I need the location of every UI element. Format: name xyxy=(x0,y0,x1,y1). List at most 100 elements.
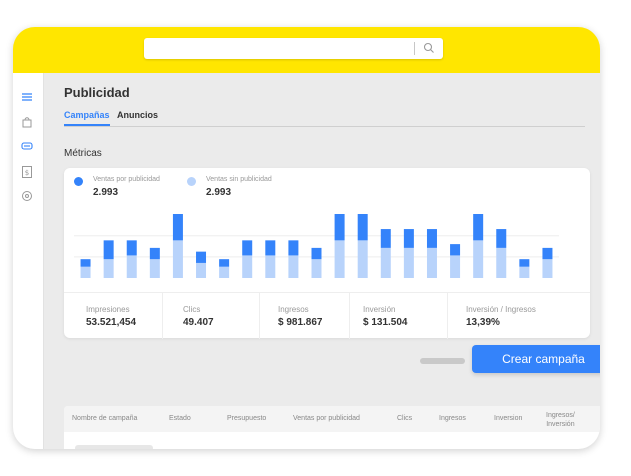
bar-ventas-sin-publicidad xyxy=(426,247,437,278)
metrics-card: Ventas por publicidad 2.993 Ventas sin p… xyxy=(64,168,590,339)
page-title: Publicidad xyxy=(64,85,130,100)
bar-ventas-sin-publicidad xyxy=(519,266,530,278)
bar-ventas-por-publicidad xyxy=(519,259,530,267)
bar-ventas-sin-publicidad xyxy=(265,255,276,278)
bar-ventas-por-publicidad xyxy=(496,229,507,248)
tab-campanas[interactable]: Campañas xyxy=(64,110,110,120)
column-header[interactable]: Ventas por publicidad xyxy=(293,415,360,422)
legend-dot-ads xyxy=(74,177,83,186)
bar-ventas-por-publicidad xyxy=(149,247,160,260)
metric-value: 53.521,454 xyxy=(86,317,137,328)
metric-ingresos: Ingresos $ 981.867 xyxy=(259,293,349,339)
metric-label: Ingresos xyxy=(278,305,309,314)
bar-ventas-por-publicidad xyxy=(357,214,368,241)
menu-icon[interactable] xyxy=(20,90,34,104)
bar-ventas-por-publicidad xyxy=(542,247,553,260)
column-header[interactable]: Clics xyxy=(397,415,412,422)
bar-ventas-por-publicidad xyxy=(473,214,484,241)
metrics-heading: Métricas xyxy=(64,148,102,159)
metric-inversion-ingresos: Inversión / Ingresos 13,39% xyxy=(447,293,590,339)
bar-ventas-sin-publicidad xyxy=(219,266,230,278)
bar-ventas-por-publicidad xyxy=(450,244,461,256)
bar-ventas-sin-publicidad xyxy=(80,266,91,278)
legend-label: Ventas por publicidad xyxy=(93,176,160,183)
metric-label: Impresiones xyxy=(86,305,130,314)
bar-ventas-sin-publicidad xyxy=(126,255,137,278)
secondary-action-placeholder[interactable] xyxy=(420,358,465,364)
top-bar xyxy=(13,27,600,73)
main-content: Publicidad Campañas Anuncios Métricas Ve… xyxy=(44,73,600,449)
metric-divider xyxy=(447,293,448,339)
invoice-icon[interactable]: $ xyxy=(20,165,34,179)
search-icon[interactable] xyxy=(422,41,436,55)
metric-clics: Clics 49.407 xyxy=(162,293,259,339)
metric-impresiones: Impresiones 53.521,454 xyxy=(64,293,162,339)
bar-ventas-por-publicidad xyxy=(126,240,137,256)
metric-value: $ 981.867 xyxy=(278,317,323,328)
bar-ventas-sin-publicidad xyxy=(288,255,299,278)
bar-ventas-por-publicidad xyxy=(219,259,230,267)
metric-value: $ 131.504 xyxy=(363,317,408,328)
column-header[interactable]: Presupuesto xyxy=(227,415,266,422)
column-header[interactable]: Estado xyxy=(169,415,191,422)
legend-dot-organic xyxy=(187,177,196,186)
bar-ventas-sin-publicidad xyxy=(103,259,114,278)
column-header[interactable]: Inversion xyxy=(494,415,522,422)
bar-ventas-sin-publicidad xyxy=(149,259,160,278)
campaign-name-placeholder xyxy=(75,445,153,449)
bar-ventas-sin-publicidad xyxy=(450,255,461,278)
bar-ventas-sin-publicidad xyxy=(403,247,414,278)
metric-divider xyxy=(162,293,163,339)
column-header[interactable]: Nombre de campaña xyxy=(72,415,137,422)
bar-ventas-por-publicidad xyxy=(334,214,345,241)
metric-divider xyxy=(259,293,260,339)
metric-label: Clics xyxy=(183,305,201,314)
bar-ventas-por-publicidad xyxy=(311,247,322,260)
bar-ventas-por-publicidad xyxy=(103,240,114,260)
legend-value: 2.993 xyxy=(93,187,119,198)
bar-ventas-sin-publicidad xyxy=(473,240,484,278)
search-input[interactable] xyxy=(144,38,443,59)
metric-inversion: Inversión $ 131.504 xyxy=(349,293,447,339)
metric-label: Inversión / Ingresos xyxy=(466,305,536,314)
bar-ventas-sin-publicidad xyxy=(242,255,253,278)
column-header[interactable]: Ingresos/ Inversión xyxy=(546,411,575,429)
bar-ventas-por-publicidad xyxy=(426,229,437,248)
metric-label: Inversión xyxy=(363,305,396,314)
bar-ventas-sin-publicidad xyxy=(542,259,553,278)
bar-ventas-sin-publicidad xyxy=(380,247,391,278)
bar-chart xyxy=(74,214,559,278)
metric-value: 49.407 xyxy=(183,317,214,328)
bar-ventas-sin-publicidad xyxy=(311,259,322,278)
bar-ventas-sin-publicidad xyxy=(496,247,507,278)
metrics-row: Impresiones 53.521,454 Clics 49.407 Ingr… xyxy=(64,292,590,339)
bag-icon[interactable] xyxy=(20,115,34,129)
bar-ventas-sin-publicidad xyxy=(172,240,183,278)
table-header: Nombre de campaña Estado Presupuesto Ven… xyxy=(64,406,600,432)
megaphone-icon[interactable] xyxy=(20,139,34,153)
create-campaign-button[interactable]: Crear campaña xyxy=(472,345,600,373)
search-separator xyxy=(414,42,415,55)
bar-ventas-por-publicidad xyxy=(380,229,391,248)
bar-ventas-por-publicidad xyxy=(265,240,276,256)
active-tab-indicator xyxy=(64,124,110,126)
legend-value: 2.993 xyxy=(206,187,232,198)
tab-anuncios[interactable]: Anuncios xyxy=(117,110,158,120)
bar-ventas-sin-publicidad xyxy=(196,262,207,278)
bar-ventas-por-publicidad xyxy=(288,240,299,256)
bar-ventas-por-publicidad xyxy=(403,229,414,248)
column-header[interactable]: Ingresos xyxy=(439,415,466,422)
campaigns-table: Nombre de campaña Estado Presupuesto Ven… xyxy=(64,406,600,449)
bar-ventas-por-publicidad xyxy=(242,240,253,256)
bar-ventas-sin-publicidad xyxy=(334,240,345,278)
metric-value: 13,39% xyxy=(466,317,500,328)
bar-ventas-sin-publicidad xyxy=(357,240,368,278)
tab-divider xyxy=(64,126,585,127)
legend-label: Ventas sin publicidad xyxy=(206,176,272,183)
settings-icon[interactable] xyxy=(20,189,34,203)
bar-ventas-por-publicidad xyxy=(80,259,91,267)
svg-text:$: $ xyxy=(25,169,29,177)
bar-ventas-por-publicidad xyxy=(172,214,183,241)
app-window: $ Publicidad Campañas Anuncios Métricas … xyxy=(13,27,600,449)
metric-divider xyxy=(349,293,350,339)
